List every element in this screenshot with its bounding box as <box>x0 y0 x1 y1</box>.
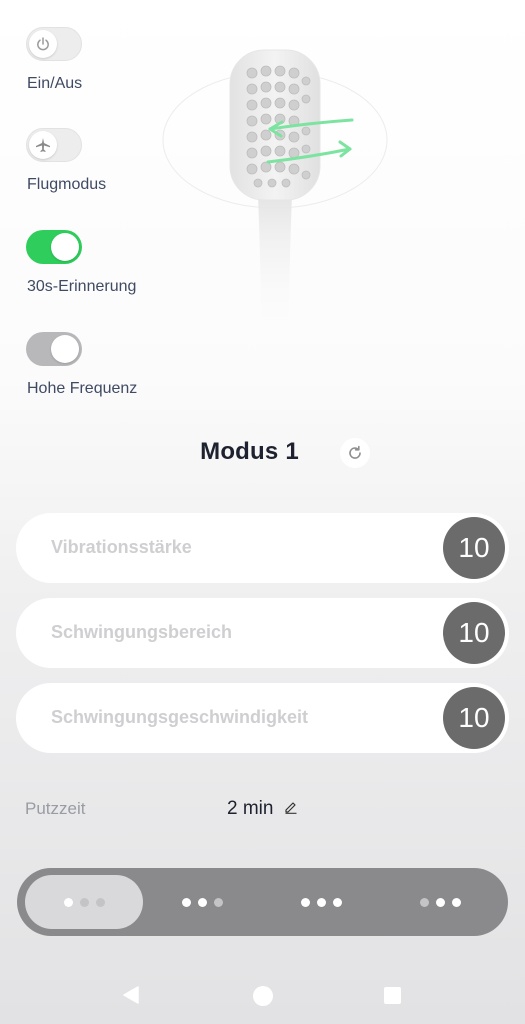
brush-time-label: Putzzeit <box>25 799 86 818</box>
pencil-icon[interactable] <box>284 800 298 814</box>
airplane-mode-toggle[interactable] <box>26 128 82 162</box>
mode-dot <box>435 897 445 907</box>
mode-dot <box>419 897 429 907</box>
mode-segment-4[interactable] <box>381 875 499 929</box>
reminder-30s-label: 30s-Erinnerung <box>27 278 137 295</box>
airplane-icon <box>36 138 50 152</box>
toothbrush-illustration <box>162 49 388 345</box>
mode-reset-button[interactable] <box>340 438 370 468</box>
mode-dot <box>95 897 105 907</box>
power-label: Ein/Aus <box>27 75 83 92</box>
oscillation-speed-setting[interactable]: Schwingungsgeschwindigkeit 10 <box>16 683 509 753</box>
mode-dot <box>79 897 89 907</box>
airplane-mode-toggle-knob <box>29 131 57 159</box>
power-toggle-knob <box>29 30 57 58</box>
brush-time-value[interactable]: 2 min <box>227 798 273 820</box>
reminder-30s-toggle-knob <box>51 233 79 261</box>
high-frequency-toggle[interactable] <box>26 332 82 366</box>
mode-dot <box>300 897 310 907</box>
power-toggle[interactable] <box>26 27 82 61</box>
vibration-strength-value[interactable]: 10 <box>443 517 505 579</box>
airplane-mode-label: Flugmodus <box>27 176 107 193</box>
mode-dot <box>197 897 207 907</box>
oscillation-range-setting[interactable]: Schwingungsbereich 10 <box>16 598 509 668</box>
mode-segment-2[interactable] <box>143 875 261 929</box>
vibration-strength-setting[interactable]: Vibrationsstärke 10 <box>16 513 509 583</box>
mode-dot <box>316 897 326 907</box>
mode-dot <box>451 897 461 907</box>
mode-dot <box>213 897 223 907</box>
mode-segment-1[interactable] <box>25 875 143 929</box>
mode-title-text: Modus 1 <box>200 438 299 465</box>
mode-dot <box>63 897 73 907</box>
oscillation-speed-label: Schwingungsgeschwindigkeit <box>51 707 309 727</box>
back-triangle-icon[interactable] <box>121 985 141 1005</box>
home-circle-icon[interactable] <box>253 986 273 1006</box>
high-frequency-toggle-knob <box>51 335 79 363</box>
mode-title: Modus 1 <box>0 438 525 466</box>
oscillation-range-value[interactable]: 10 <box>443 602 505 664</box>
recents-square-icon[interactable] <box>384 987 401 1004</box>
refresh-icon <box>349 445 361 459</box>
oscillation-range-label: Schwingungsbereich <box>51 622 233 642</box>
vibration-strength-label: Vibrationsstärke <box>51 537 192 557</box>
power-icon <box>37 37 49 51</box>
high-frequency-label: Hohe Frequenz <box>27 380 138 397</box>
mode-dot <box>332 897 342 907</box>
oscillation-speed-value[interactable]: 10 <box>443 687 505 749</box>
mode-dot <box>181 897 191 907</box>
reminder-30s-toggle[interactable] <box>26 230 82 264</box>
mode-segment-3[interactable] <box>262 875 380 929</box>
